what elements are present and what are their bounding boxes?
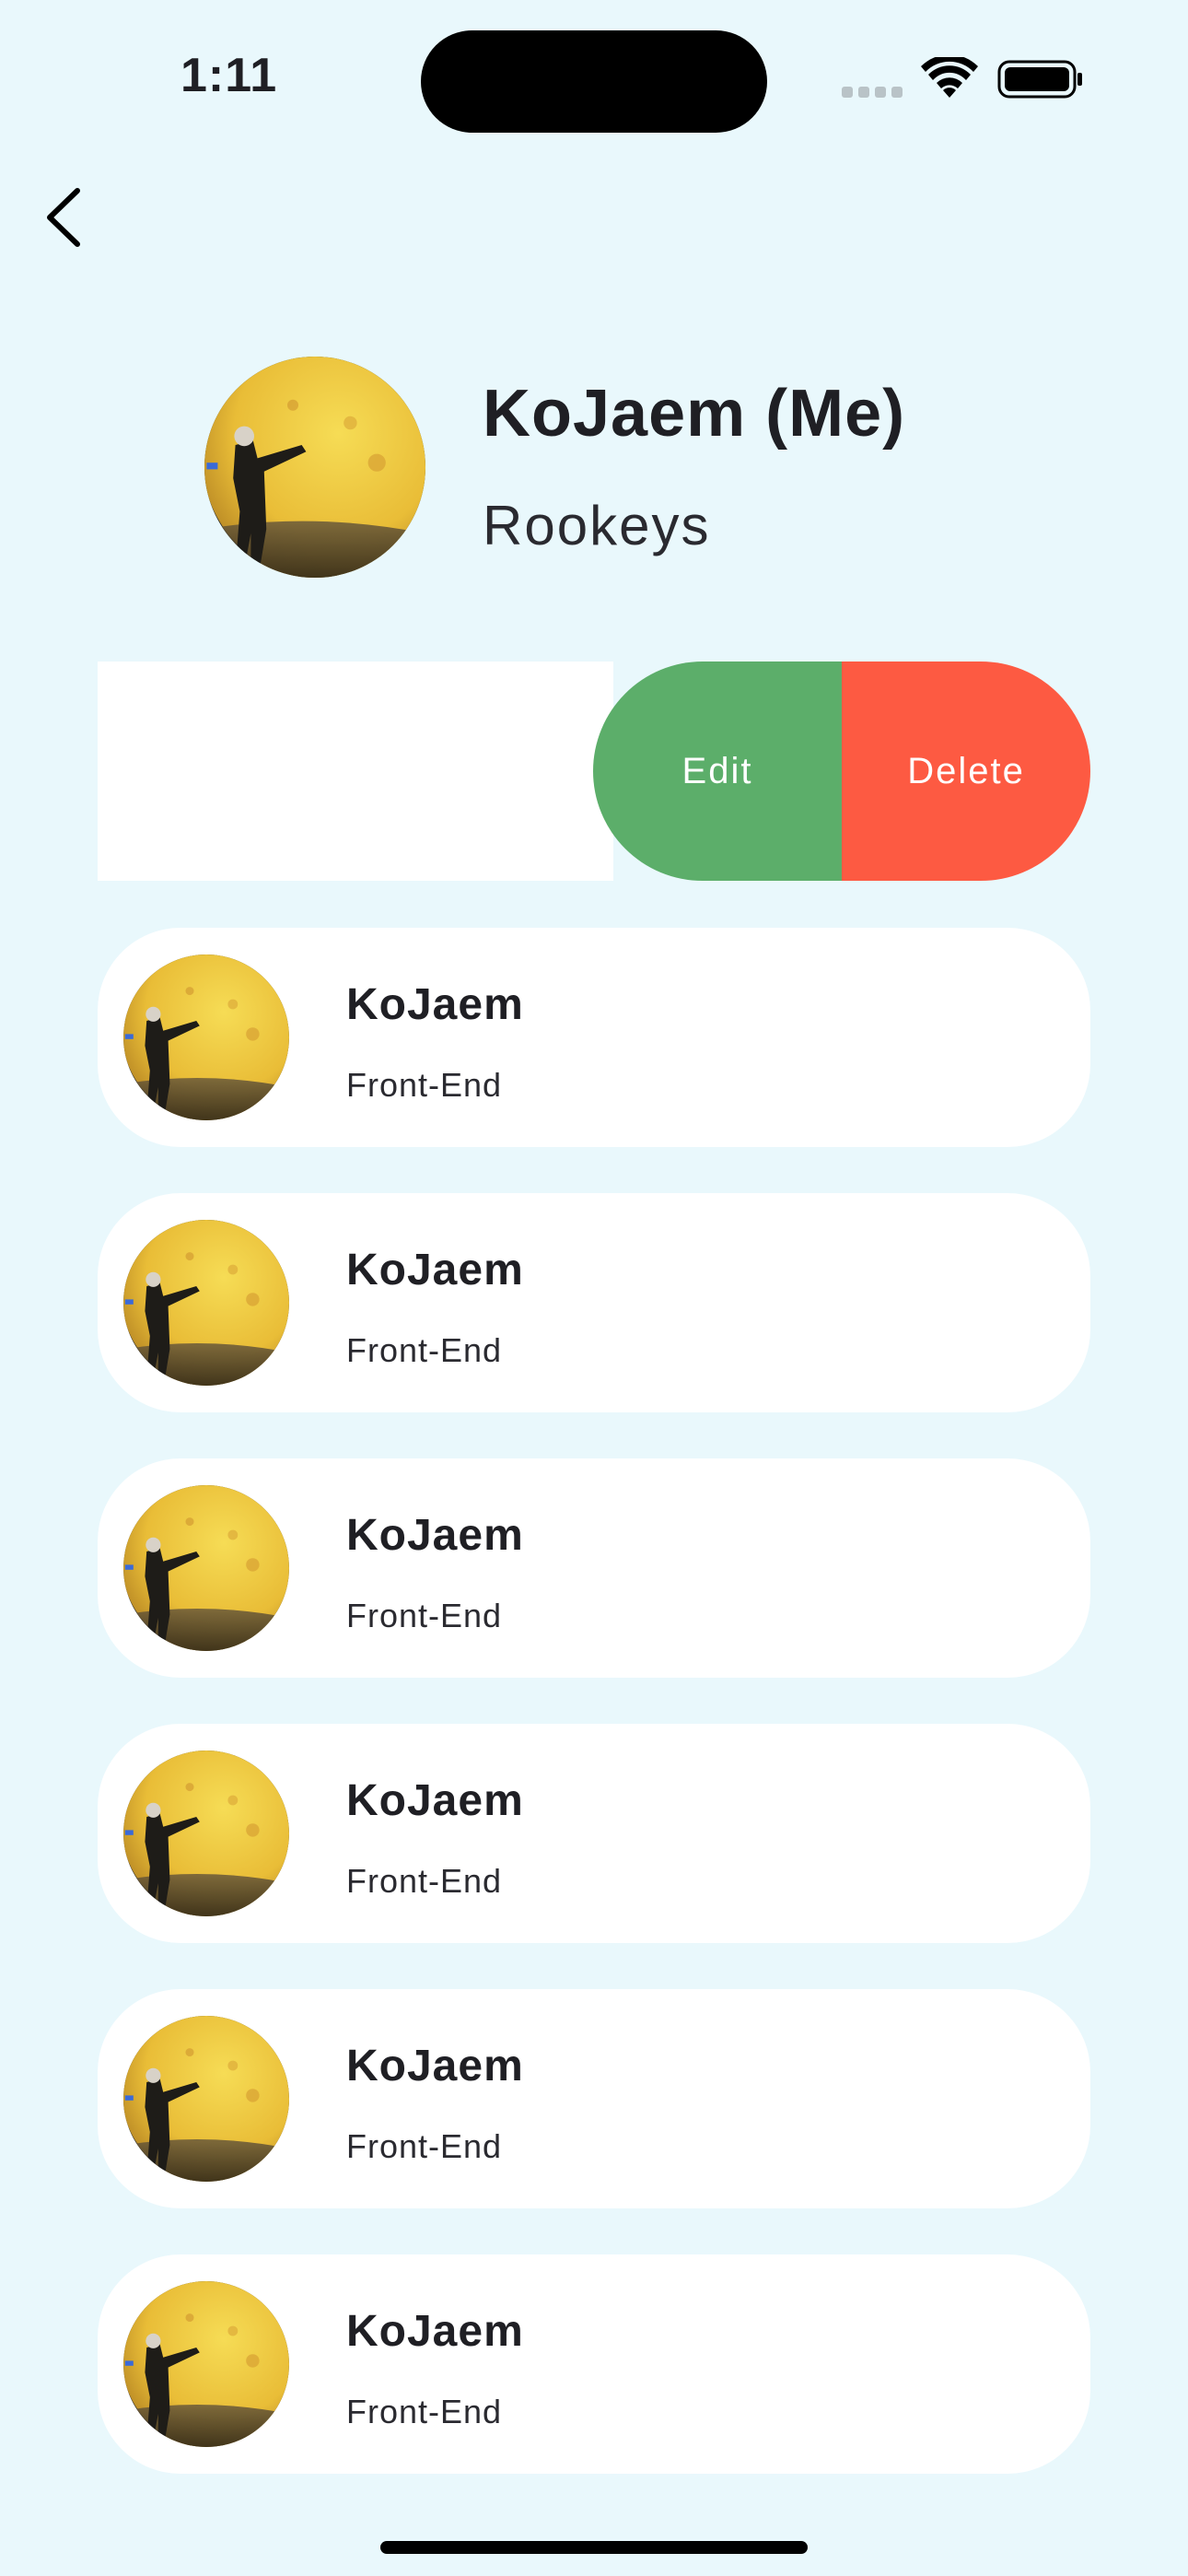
- member-avatar: [123, 1485, 289, 1651]
- member-role: Front-End: [346, 1597, 503, 1634]
- dynamic-island: [421, 30, 767, 133]
- member-role: Front-End: [346, 2393, 503, 2430]
- member-avatar: [123, 1220, 289, 1386]
- member-avatar: [123, 2016, 289, 2182]
- wifi-icon: [921, 57, 978, 98]
- battery-icon: [997, 60, 1082, 99]
- member-card[interactable]: KoJaem Front-End: [98, 1193, 1090, 1412]
- home-indicator: [380, 2541, 808, 2554]
- member-avatar: [123, 1751, 289, 1916]
- member-name: KoJaem: [346, 980, 524, 1029]
- edit-button[interactable]: Edit: [593, 662, 842, 881]
- member-avatar: [123, 2281, 289, 2447]
- member-card[interactable]: KoJaem Front-End: [98, 2254, 1090, 2474]
- member-name: KoJaem: [346, 1511, 524, 1560]
- signal-icon: [842, 81, 904, 100]
- member-name: KoJaem: [346, 2042, 524, 2090]
- profile-team: Rookeys: [483, 495, 711, 556]
- member-name: KoJaem: [346, 1246, 524, 1294]
- member-role: Front-End: [346, 1066, 503, 1104]
- status-time: 1:11: [181, 49, 278, 102]
- member-role: Front-End: [346, 1331, 503, 1369]
- swiped-card[interactable]: [98, 662, 613, 881]
- member-name: KoJaem: [346, 2307, 524, 2356]
- member-card[interactable]: KoJaem Front-End: [98, 1989, 1090, 2208]
- member-card[interactable]: KoJaem Front-End: [98, 1458, 1090, 1678]
- member-card[interactable]: KoJaem Front-End: [98, 1724, 1090, 1943]
- member-role: Front-End: [346, 2127, 503, 2165]
- profile-name: KoJaem (Me): [483, 377, 906, 451]
- swiped-member-row[interactable]: Edit Delete: [98, 662, 1090, 881]
- delete-button[interactable]: Delete: [842, 662, 1090, 881]
- member-card[interactable]: KoJaem Front-End: [98, 928, 1090, 1147]
- member-name: KoJaem: [346, 1776, 524, 1825]
- profile-avatar: [204, 357, 425, 578]
- member-avatar: [123, 954, 289, 1120]
- chevron-left-icon: [47, 188, 80, 247]
- back-button[interactable]: [33, 181, 92, 254]
- member-role: Front-End: [346, 1862, 503, 1900]
